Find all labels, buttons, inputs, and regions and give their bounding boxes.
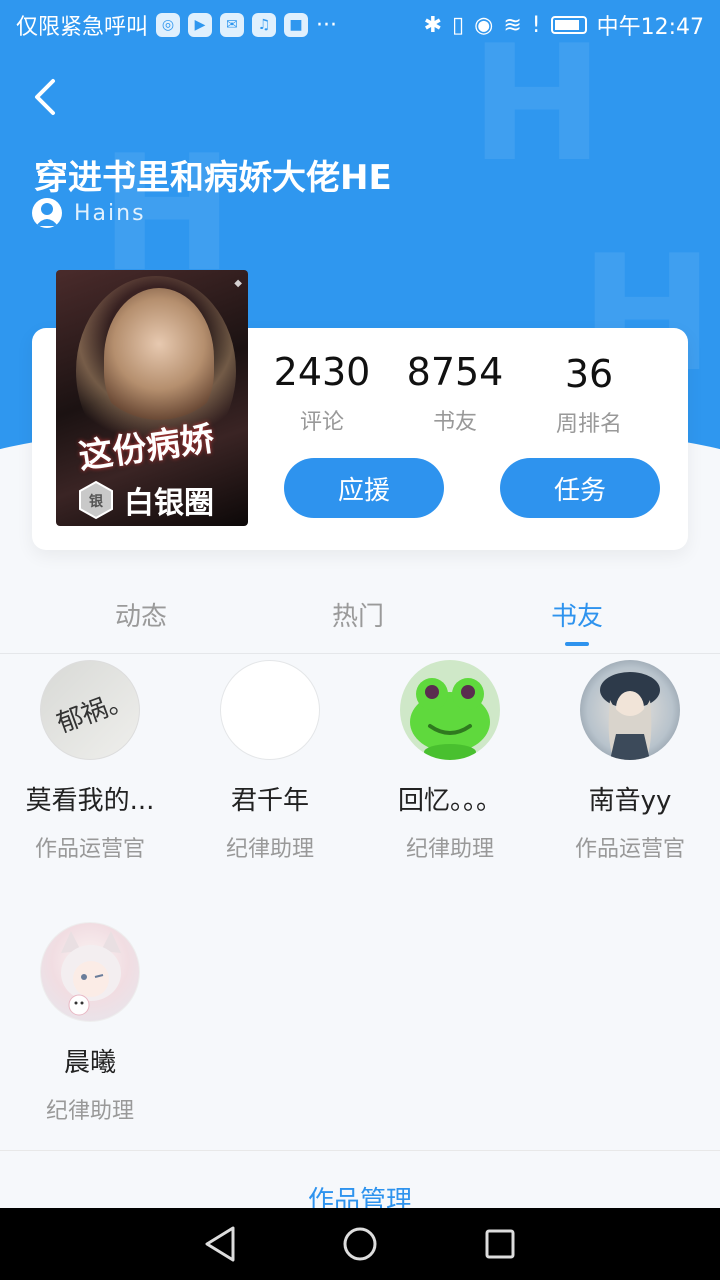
stat-label: 书友 xyxy=(432,410,477,435)
stat-weekly-rank[interactable]: 36 周排名 xyxy=(529,352,649,438)
stat-readers[interactable]: 8754 书友 xyxy=(395,350,515,436)
wechat-icon: ✉ xyxy=(220,13,245,37)
anime-girl-avatar-icon xyxy=(600,672,660,760)
app-screen: H H H 仅限紧急呼叫 ◎ ▶ ✉ ♫ ■ ··· ✱ ▯ ◉ ≋ ! 中午1… xyxy=(0,0,720,1280)
music-icon: ♫ xyxy=(252,13,277,37)
sim-alert-icon: ! xyxy=(531,12,541,38)
circle-home-icon xyxy=(343,1227,377,1261)
member-role: 作品运营官 xyxy=(34,837,145,862)
vibrate-icon: ▯ xyxy=(452,12,465,38)
task-button[interactable]: 任务 xyxy=(500,458,660,518)
battery-icon xyxy=(550,16,587,34)
bluetooth-icon: ✱ xyxy=(423,12,443,38)
avatar xyxy=(580,660,680,760)
member-card[interactable]: 晨曦 纪律助理 xyxy=(0,922,180,1125)
frog-avatar-icon xyxy=(410,678,490,760)
system-nav-bar xyxy=(0,1208,720,1280)
notification-icons: ◎ ▶ ✉ ♫ ■ xyxy=(156,13,309,37)
cheer-button[interactable]: 应援 xyxy=(284,458,444,518)
author-name: Hains xyxy=(74,200,146,226)
avatar xyxy=(40,922,140,1022)
avatar xyxy=(220,660,320,760)
member-card[interactable]: 回忆。。。 纪律助理 xyxy=(360,660,540,863)
square-recents-icon xyxy=(485,1229,515,1259)
nav-home-button[interactable] xyxy=(340,1224,380,1264)
avatar xyxy=(400,660,500,760)
more-notifications-icon: ··· xyxy=(316,12,337,38)
video-icon: ▶ xyxy=(188,13,213,37)
eye-comfort-icon: ◉ xyxy=(474,12,494,38)
wifi-icon: ≋ xyxy=(503,12,522,38)
member-name: 南音yy xyxy=(588,786,672,816)
member-name: 君千年 xyxy=(230,786,309,816)
member-role: 作品运营官 xyxy=(574,837,685,862)
nav-back-button[interactable] xyxy=(200,1224,240,1264)
member-role: 纪律助理 xyxy=(225,837,314,862)
member-card[interactable]: 君千年 纪律助理 xyxy=(180,660,360,863)
tab-popular[interactable]: 热门 xyxy=(278,596,438,633)
stat-value: 8754 xyxy=(406,350,504,394)
member-name: 晨曦 xyxy=(63,1048,116,1078)
avatar-handwriting: 郁祸。 xyxy=(53,684,137,740)
tab-bar: 动态 热门 书友 xyxy=(0,580,720,654)
system-icons: ✱ ▯ ◉ ≋ ! 中午12:47 xyxy=(424,9,704,41)
stat-value: 2430 xyxy=(273,350,371,394)
anime-catgirl-avatar-icon xyxy=(61,931,121,1016)
member-role: 纪律助理 xyxy=(45,1099,134,1124)
author-row[interactable]: Hains xyxy=(32,198,146,228)
stat-value: 36 xyxy=(564,352,614,396)
status-bar: 仅限紧急呼叫 ◎ ▶ ✉ ♫ ■ ··· ✱ ▯ ◉ ≋ ! 中午12:47 xyxy=(0,0,720,50)
tab-readers[interactable]: 书友 xyxy=(497,596,657,646)
book-title: 穿进书里和病娇大佬HE xyxy=(34,158,392,198)
browser-icon: ◎ xyxy=(156,13,181,37)
silver-badge-icon: 银 xyxy=(79,480,113,520)
reader-app-icon: ■ xyxy=(284,13,309,37)
cover-character xyxy=(104,288,214,428)
avatar: 郁祸。 xyxy=(40,660,140,760)
clock: 中午12:47 xyxy=(596,15,704,40)
user-icon xyxy=(32,198,62,228)
chevron-left-icon xyxy=(35,79,55,115)
level-badge: 银 白银圈 xyxy=(76,478,214,522)
carrier-text: 仅限紧急呼叫 xyxy=(16,15,149,40)
back-button[interactable] xyxy=(24,72,64,122)
stat-label: 评论 xyxy=(299,410,344,435)
stat-label: 周排名 xyxy=(555,412,622,437)
divider xyxy=(0,1150,720,1151)
tab-updates[interactable]: 动态 xyxy=(61,596,221,633)
triangle-back-icon xyxy=(205,1226,235,1262)
badge-label: 白银圈 xyxy=(124,486,214,521)
member-name: 莫看我的... xyxy=(25,786,155,816)
member-name: 回忆。。。 xyxy=(397,786,502,816)
member-role: 纪律助理 xyxy=(405,837,494,862)
stat-comments[interactable]: 2430 评论 xyxy=(262,350,382,436)
svg-text:银: 银 xyxy=(89,493,104,510)
member-card[interactable]: 郁祸。 莫看我的... 作品运营官 xyxy=(0,660,180,863)
book-cover[interactable]: ◆ 这份病娇 银 白银圈 xyxy=(56,270,248,526)
nav-recents-button[interactable] xyxy=(480,1224,520,1264)
publisher-mark: ◆ xyxy=(234,278,242,289)
member-card[interactable]: 南音yy 作品运营官 xyxy=(540,660,720,863)
